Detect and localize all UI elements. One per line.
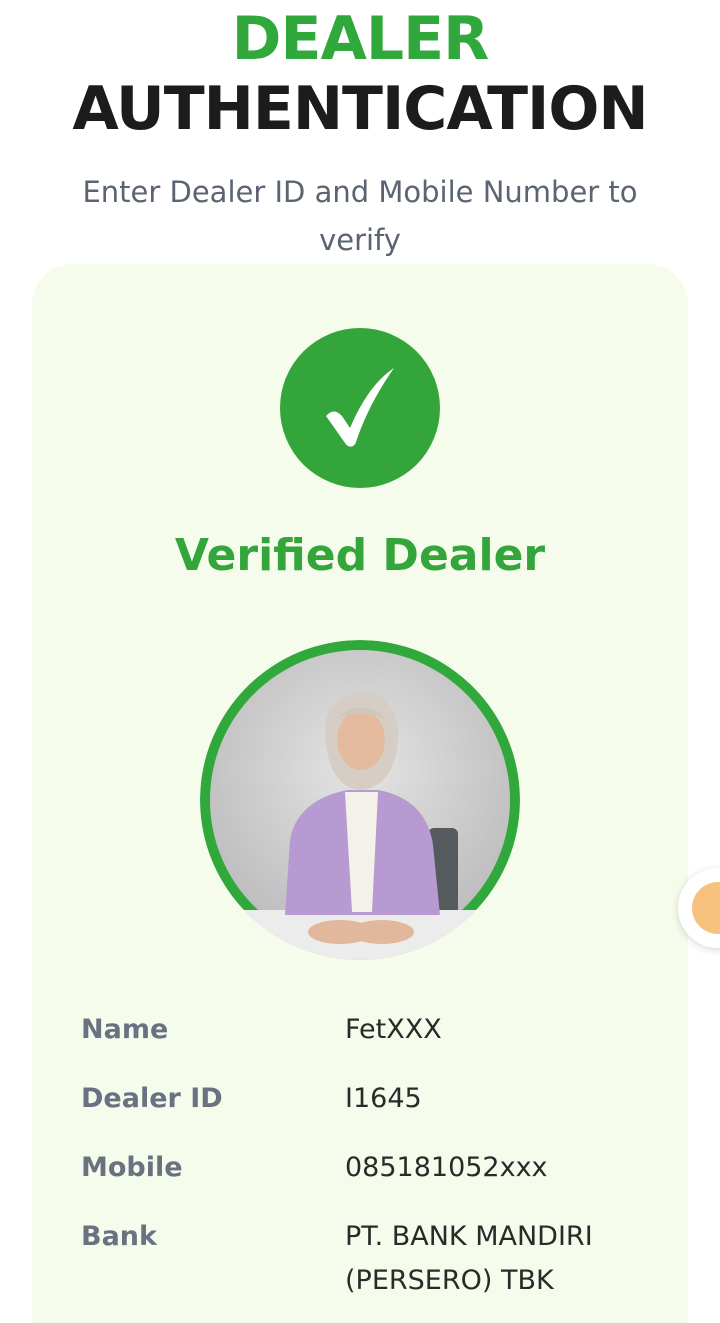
detail-value-name: FetXXX [345, 1014, 442, 1045]
page-title-dealer: DEALER [231, 4, 490, 74]
detail-label-dealer-id: Dealer ID [81, 1083, 223, 1114]
dealer-photo [200, 640, 520, 960]
detail-label-name: Name [81, 1014, 169, 1045]
page: DEALER AUTHENTICATION Enter Dealer ID an… [0, 0, 720, 1323]
float-action-icon [692, 882, 720, 934]
verified-check-icon [280, 328, 440, 488]
detail-label-mobile: Mobile [81, 1152, 183, 1183]
detail-value-mobile: 085181052xxx [345, 1152, 548, 1183]
detail-value-dealer-id: I1645 [345, 1083, 422, 1114]
page-title-authentication: AUTHENTICATION [72, 74, 648, 144]
detail-label-bank: Bank [81, 1221, 157, 1252]
checkmark-icon [326, 368, 394, 447]
page-subtitle: Enter Dealer ID and Mobile Number to ver… [82, 175, 638, 257]
verified-status-text: Verified Dealer [174, 530, 546, 581]
detail-value-bank: PT. BANK MANDIRI (PERSERO) TBK [345, 1221, 593, 1296]
